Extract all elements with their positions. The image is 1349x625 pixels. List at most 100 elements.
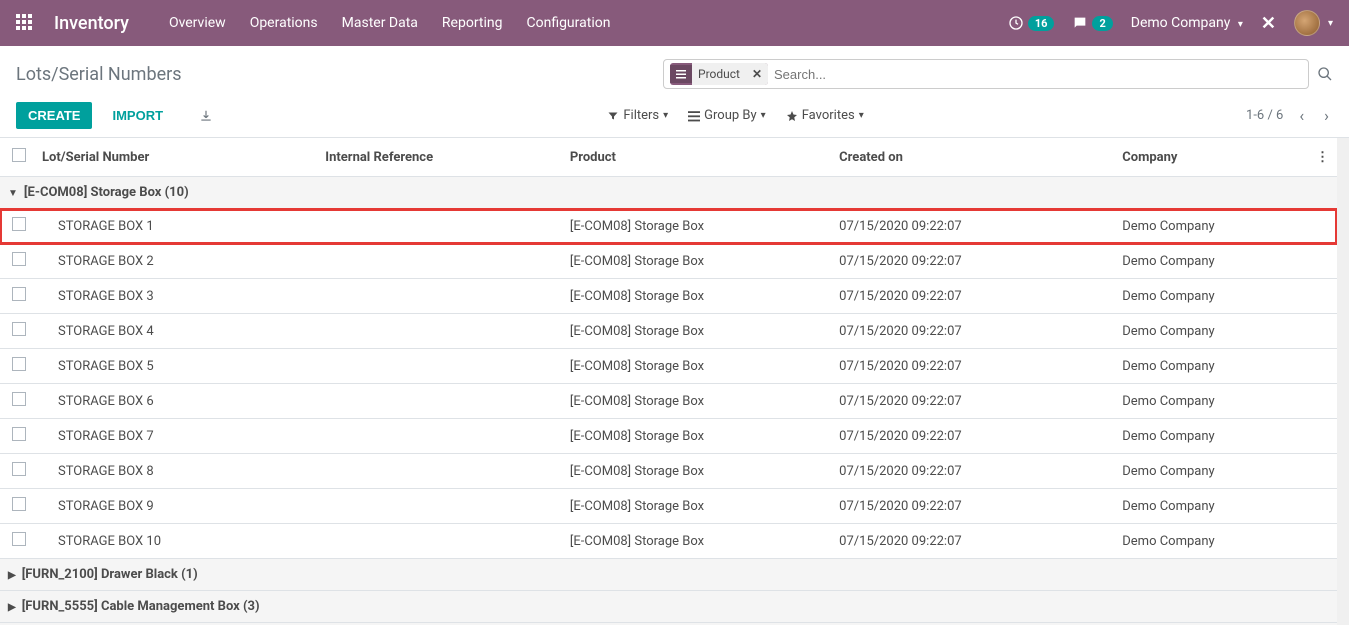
group-row[interactable]: ▼[E-COM08] Storage Box (10) xyxy=(0,177,1337,209)
cell-product: [E-COM08] Storage Box xyxy=(562,384,831,419)
breadcrumb: Lots/Serial Numbers xyxy=(16,64,182,85)
import-button[interactable]: IMPORT xyxy=(100,102,175,129)
group-label: [FURN_5555] Cable Management Box (3) xyxy=(22,599,260,614)
column-product[interactable]: Product xyxy=(562,138,831,177)
lots-table: Lot/Serial Number Internal Reference Pro… xyxy=(0,138,1337,625)
pager-prev-icon[interactable]: ‹ xyxy=(1295,106,1308,125)
table-row[interactable]: STORAGE BOX 2[E-COM08] Storage Box07/15/… xyxy=(0,244,1337,279)
cell-product: [E-COM08] Storage Box xyxy=(562,244,831,279)
menu-overview[interactable]: Overview xyxy=(169,15,226,31)
favorites-label: Favorites xyxy=(802,108,855,123)
row-checkbox[interactable] xyxy=(12,532,26,546)
cell-empty xyxy=(1308,384,1337,419)
groupby-button[interactable]: Group By ▾ xyxy=(688,108,766,123)
cell-empty xyxy=(1308,349,1337,384)
cell-ref xyxy=(317,384,562,419)
cell-empty xyxy=(1308,524,1337,559)
menu-configuration[interactable]: Configuration xyxy=(526,15,610,31)
cell-created: 07/15/2020 09:22:07 xyxy=(831,524,1114,559)
cell-created: 07/15/2020 09:22:07 xyxy=(831,244,1114,279)
filters-button[interactable]: Filters ▾ xyxy=(607,108,668,123)
column-options-icon[interactable]: ⋮ xyxy=(1308,138,1337,177)
table-row[interactable]: STORAGE BOX 7[E-COM08] Storage Box07/15/… xyxy=(0,419,1337,454)
company-switcher[interactable]: Demo Company ▾ xyxy=(1131,15,1243,31)
cell-company: Demo Company xyxy=(1114,454,1308,489)
row-checkbox[interactable] xyxy=(12,462,26,476)
cell-product: [E-COM08] Storage Box xyxy=(562,314,831,349)
cell-ref xyxy=(317,209,562,244)
cell-created: 07/15/2020 09:22:07 xyxy=(831,489,1114,524)
row-checkbox[interactable] xyxy=(12,392,26,406)
user-avatar[interactable] xyxy=(1294,10,1320,36)
cell-product: [E-COM08] Storage Box xyxy=(562,349,831,384)
row-checkbox[interactable] xyxy=(12,217,26,231)
cell-product: [E-COM08] Storage Box xyxy=(562,454,831,489)
chevron-right-icon: ▶ xyxy=(8,570,16,581)
table-row[interactable]: STORAGE BOX 6[E-COM08] Storage Box07/15/… xyxy=(0,384,1337,419)
row-checkbox[interactable] xyxy=(12,427,26,441)
cell-lot: STORAGE BOX 6 xyxy=(34,384,317,419)
column-lot[interactable]: Lot/Serial Number xyxy=(34,138,317,177)
select-all-checkbox[interactable] xyxy=(12,148,26,162)
download-icon xyxy=(199,109,213,123)
cell-empty xyxy=(1308,489,1337,524)
cell-product: [E-COM08] Storage Box xyxy=(562,524,831,559)
column-created[interactable]: Created on xyxy=(831,138,1114,177)
list-view: Lot/Serial Number Internal Reference Pro… xyxy=(0,138,1349,625)
top-menu: Overview Operations Master Data Reportin… xyxy=(169,15,611,31)
cell-company: Demo Company xyxy=(1114,209,1308,244)
group-row[interactable]: ▶[FURN_2100] Drawer Black (1) xyxy=(0,559,1337,591)
column-ref[interactable]: Internal Reference xyxy=(317,138,562,177)
table-row[interactable]: STORAGE BOX 5[E-COM08] Storage Box07/15/… xyxy=(0,349,1337,384)
close-icon[interactable]: ✕ xyxy=(1261,13,1276,34)
apps-icon[interactable] xyxy=(16,14,34,32)
cell-ref xyxy=(317,244,562,279)
cell-ref xyxy=(317,524,562,559)
caret-down-icon[interactable]: ▾ xyxy=(1328,18,1333,29)
star-icon xyxy=(786,110,798,122)
cell-created: 07/15/2020 09:22:07 xyxy=(831,349,1114,384)
table-row[interactable]: STORAGE BOX 1[E-COM08] Storage Box07/15/… xyxy=(0,209,1337,244)
row-checkbox[interactable] xyxy=(12,357,26,371)
table-row[interactable]: STORAGE BOX 8[E-COM08] Storage Box07/15/… xyxy=(0,454,1337,489)
search-icon[interactable] xyxy=(1317,66,1333,82)
cell-ref xyxy=(317,279,562,314)
pager-next-icon[interactable]: › xyxy=(1320,106,1333,125)
table-row[interactable]: STORAGE BOX 4[E-COM08] Storage Box07/15/… xyxy=(0,314,1337,349)
row-checkbox[interactable] xyxy=(12,287,26,301)
download-button[interactable] xyxy=(187,103,225,129)
cell-company: Demo Company xyxy=(1114,349,1308,384)
menu-master-data[interactable]: Master Data xyxy=(342,15,418,31)
create-button[interactable]: CREATE xyxy=(16,102,92,129)
cell-lot: STORAGE BOX 9 xyxy=(34,489,317,524)
table-row[interactable]: STORAGE BOX 3[E-COM08] Storage Box07/15/… xyxy=(0,279,1337,314)
cell-ref xyxy=(317,454,562,489)
activities-button[interactable]: 16 xyxy=(1008,15,1055,31)
cell-company: Demo Company xyxy=(1114,244,1308,279)
cell-ref xyxy=(317,419,562,454)
search-area: Product ✕ xyxy=(663,59,1333,89)
row-checkbox[interactable] xyxy=(12,252,26,266)
search-input[interactable] xyxy=(774,60,1302,88)
group-row[interactable]: ▶[FURN_5555] Cable Management Box (3) xyxy=(0,591,1337,623)
table-header-row: Lot/Serial Number Internal Reference Pro… xyxy=(0,138,1337,177)
cell-lot: STORAGE BOX 4 xyxy=(34,314,317,349)
menu-reporting[interactable]: Reporting xyxy=(442,15,503,31)
row-checkbox[interactable] xyxy=(12,497,26,511)
search-field[interactable]: Product ✕ xyxy=(663,59,1309,89)
app-title[interactable]: Inventory xyxy=(54,13,129,34)
column-company[interactable]: Company xyxy=(1114,138,1308,177)
menu-operations[interactable]: Operations xyxy=(250,15,318,31)
cell-company: Demo Company xyxy=(1114,384,1308,419)
messaging-button[interactable]: 2 xyxy=(1072,15,1112,31)
favorites-button[interactable]: Favorites ▾ xyxy=(786,108,864,123)
row-checkbox[interactable] xyxy=(12,322,26,336)
pager-value[interactable]: 1-6 / 6 xyxy=(1246,108,1283,123)
table-row[interactable]: STORAGE BOX 9[E-COM08] Storage Box07/15/… xyxy=(0,489,1337,524)
bars-icon xyxy=(688,110,700,122)
cell-lot: STORAGE BOX 10 xyxy=(34,524,317,559)
facet-remove-icon[interactable]: ✕ xyxy=(746,63,768,85)
cell-ref xyxy=(317,314,562,349)
table-row[interactable]: STORAGE BOX 10 [E-COM08] Storage Box07/15… xyxy=(0,524,1337,559)
company-name-label: Demo Company xyxy=(1131,15,1231,31)
